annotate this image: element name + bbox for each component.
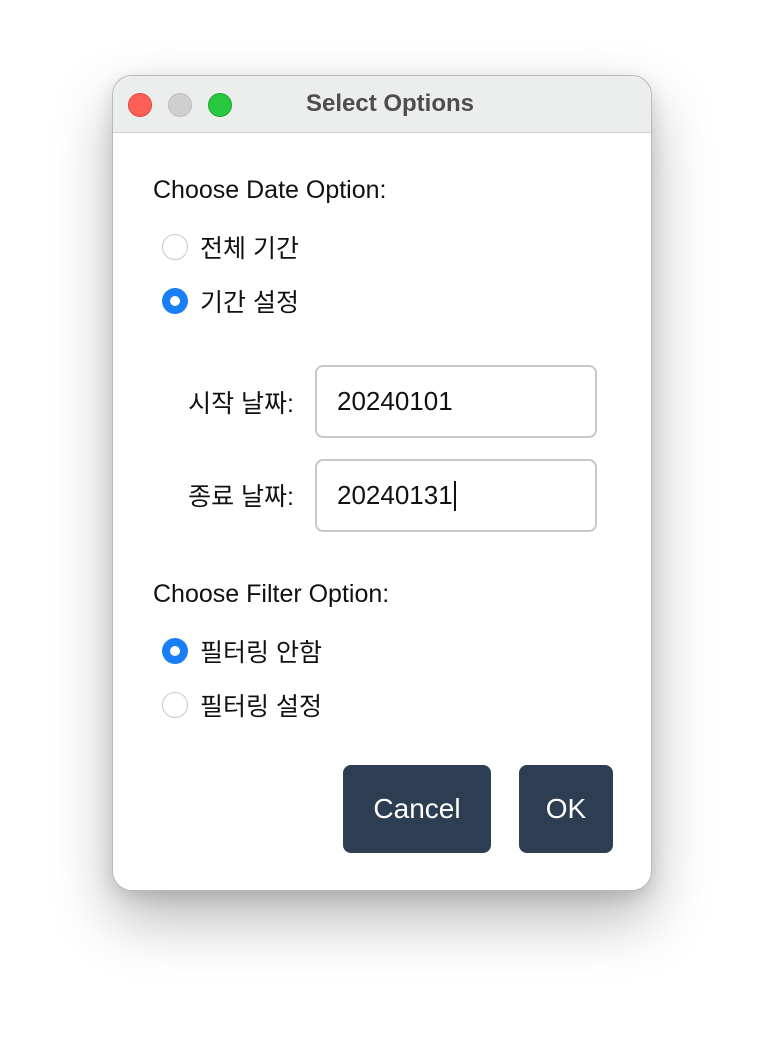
radio-label: 필터링 안함 [200, 639, 322, 667]
end-date-value: 20240131 [337, 480, 453, 510]
select-options-dialog: Select Options Choose Date Option: 전체 기간… [112, 75, 652, 891]
radio-label: 전체 기간 [200, 235, 299, 263]
radio-custom-period[interactable]: 기간 설정 [162, 286, 299, 317]
end-date-input[interactable]: 20240131 [315, 459, 597, 532]
start-date-label: 시작 날짜: [188, 390, 294, 418]
end-date-label: 종료 날짜: [188, 483, 294, 511]
radio-all-period[interactable]: 전체 기간 [162, 232, 299, 263]
radio-button-unchecked[interactable] [162, 692, 188, 718]
cancel-button[interactable]: Cancel [343, 765, 491, 853]
radio-filter-setting[interactable]: 필터링 설정 [162, 690, 322, 721]
start-date-value: 20240101 [337, 386, 453, 416]
text-caret [453, 480, 456, 511]
radio-label: 기간 설정 [200, 289, 299, 317]
radio-no-filter[interactable]: 필터링 안함 [162, 636, 322, 667]
date-option-label: Choose Date Option: [153, 176, 387, 204]
radio-label: 필터링 설정 [200, 693, 322, 721]
radio-button-checked[interactable] [162, 638, 188, 664]
filter-option-label: Choose Filter Option: [153, 580, 390, 608]
window-title: Select Options [305, 90, 475, 117]
title-bar[interactable]: Select Options [113, 76, 651, 133]
radio-button-checked[interactable] [162, 288, 188, 314]
start-date-input[interactable]: 20240101 [315, 365, 597, 438]
radio-button-unchecked[interactable] [162, 234, 188, 260]
ok-button[interactable]: OK [519, 765, 613, 853]
